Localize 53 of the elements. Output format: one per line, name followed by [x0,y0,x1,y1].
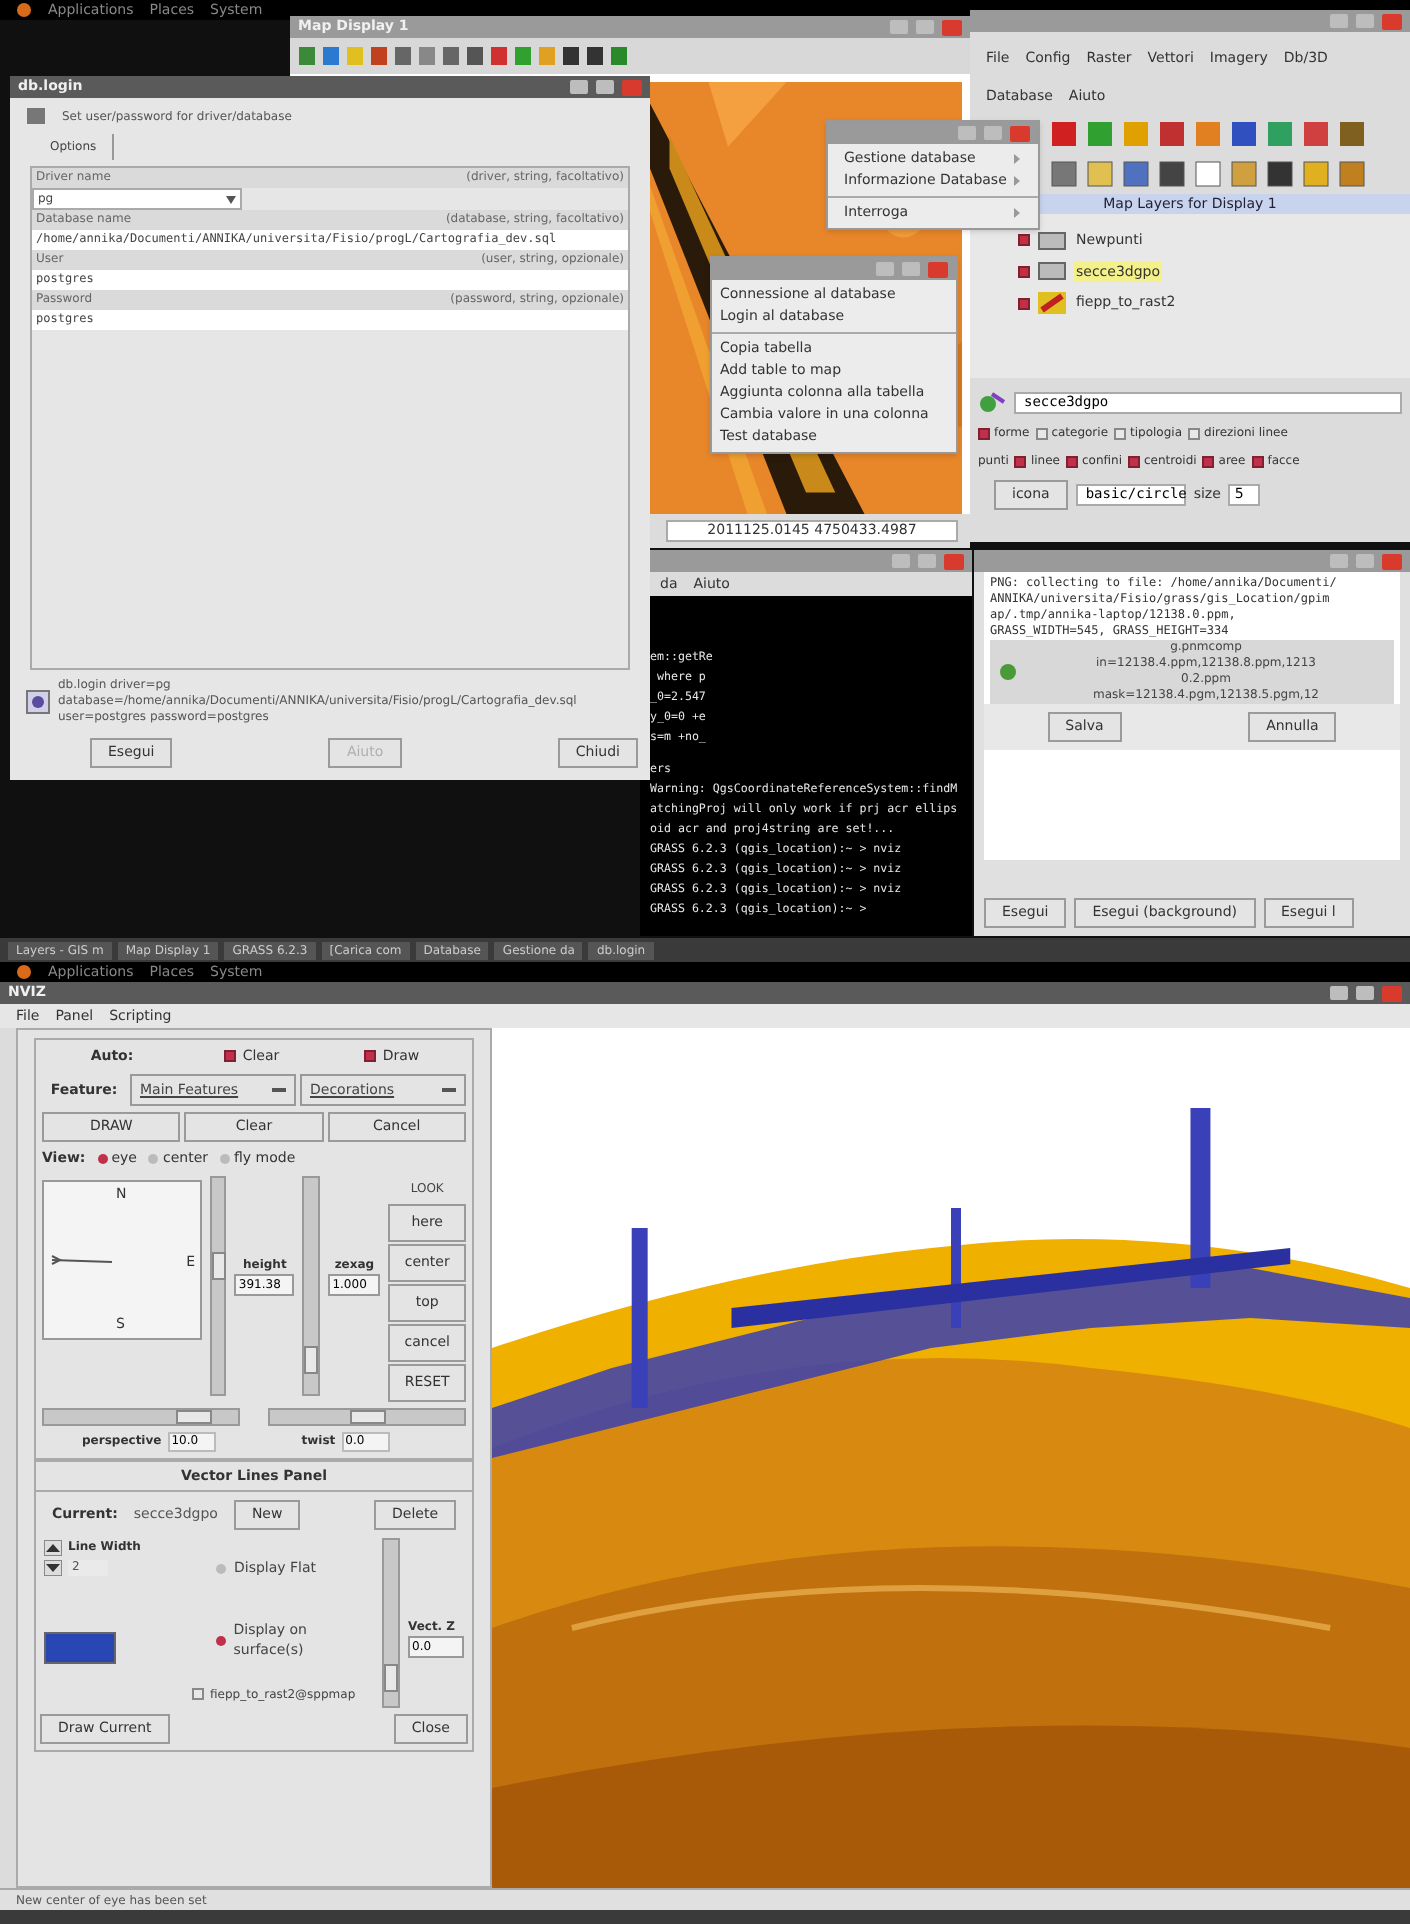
checkbox[interactable] [1251,455,1264,467]
tool-icon[interactable] [1266,160,1294,188]
radio-button[interactable] [97,1153,108,1164]
raster-layer-icon [1038,292,1066,314]
close-button[interactable] [1382,985,1402,1001]
down-arrow-icon[interactable] [44,1560,62,1576]
checkbox[interactable] [364,1050,377,1063]
checkbox[interactable] [1202,455,1215,467]
checkbox[interactable] [224,1050,237,1063]
vector-icon [978,390,1006,414]
radio-button[interactable] [220,1153,231,1164]
checkbox[interactable] [1018,297,1030,309]
tool-icon[interactable] [1230,120,1258,148]
tool-icon[interactable] [1338,120,1366,148]
checkbox[interactable] [978,427,990,439]
checkbox[interactable] [1065,455,1078,467]
eye-direction-icon [50,1253,114,1265]
slider-thumb[interactable] [304,1346,319,1375]
dash-icon [272,1087,286,1092]
tool-icon[interactable] [1158,120,1186,148]
close-button[interactable] [1382,553,1402,569]
command-icon [26,690,50,714]
slider-thumb[interactable] [175,1409,212,1423]
tool-icon[interactable] [1158,160,1186,188]
checkbox[interactable] [1128,455,1140,467]
checkbox[interactable] [1035,427,1048,439]
tool-icon[interactable] [1050,120,1078,148]
checkbox[interactable] [1188,427,1201,439]
tool-icon[interactable] [1122,160,1150,188]
radio-button[interactable] [216,1635,226,1645]
caret-icon [226,195,236,203]
slider-thumb[interactable] [384,1664,398,1693]
close-button[interactable] [1382,13,1402,29]
close-button[interactable] [622,79,642,95]
checkbox[interactable] [192,1688,204,1700]
checkbox[interactable] [1018,234,1030,247]
checkbox[interactable] [1114,427,1127,439]
vector-layer-icon [1038,262,1066,281]
radio-button[interactable] [216,1563,226,1574]
radio-button[interactable] [148,1153,159,1164]
color-swatch[interactable] [44,1632,116,1664]
close-button[interactable] [944,553,964,569]
close-button[interactable] [1010,125,1030,141]
slider-thumb[interactable] [350,1409,386,1423]
checkbox[interactable] [1018,265,1030,278]
dash-icon [442,1087,456,1092]
vector-layer-icon [1038,231,1066,250]
close-button[interactable] [928,261,948,277]
tool-icon[interactable] [1050,160,1078,188]
slider-thumb[interactable] [211,1252,226,1281]
up-arrow-icon[interactable] [44,1539,62,1555]
checkbox[interactable] [1014,455,1027,467]
close-button[interactable] [942,19,962,35]
